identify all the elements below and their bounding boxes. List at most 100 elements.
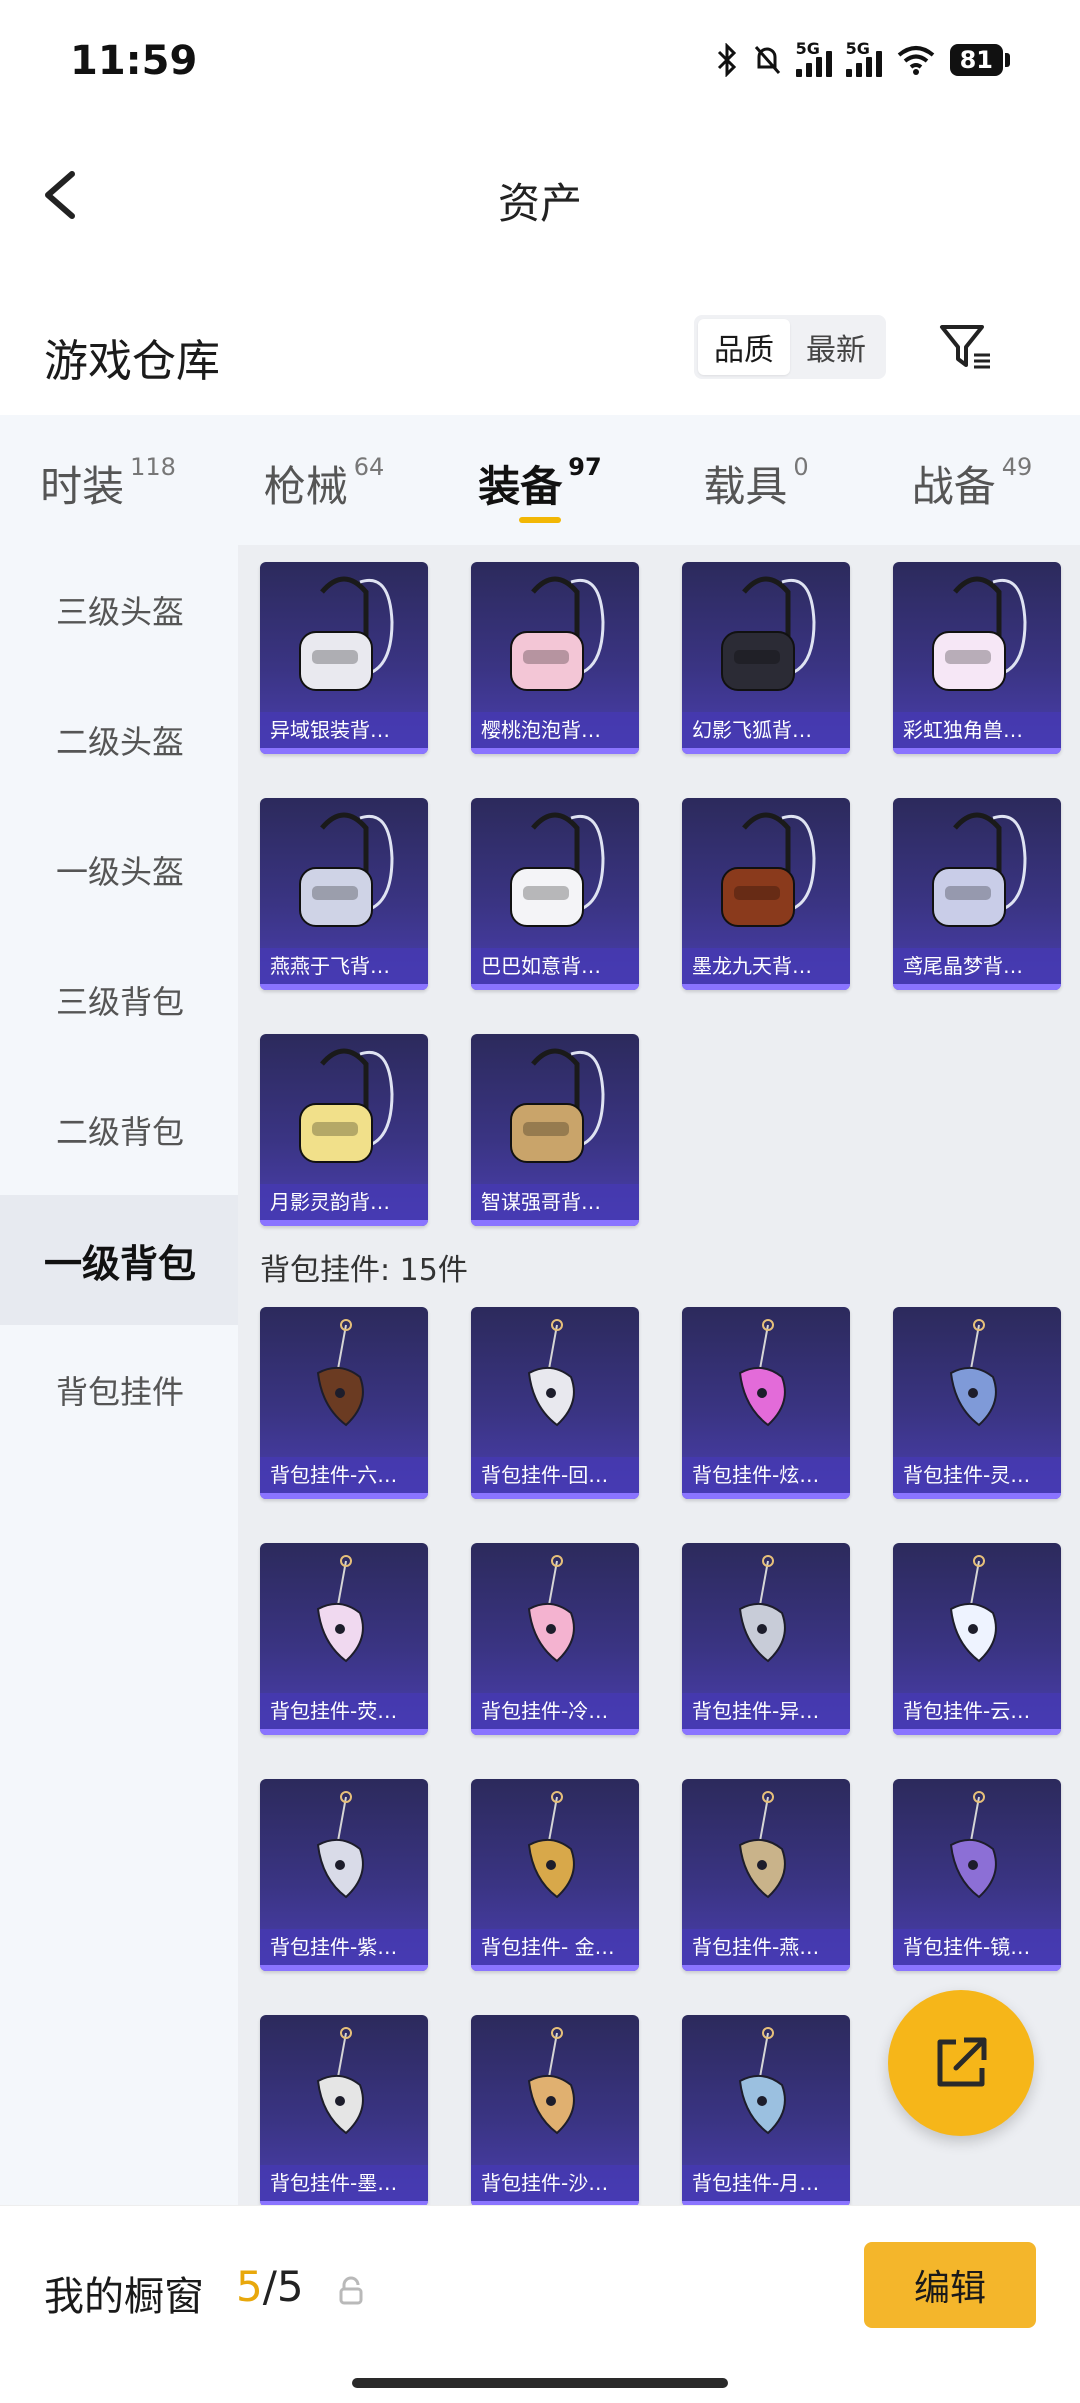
- item-name: 背包挂件-回…: [471, 1457, 639, 1493]
- backpack-card[interactable]: 巴巴如意背…: [471, 798, 639, 990]
- status-time: 11:59: [70, 38, 198, 84]
- sidebar-item-backpack-lv3[interactable]: 三级背包: [0, 935, 238, 1065]
- rarity-strip: [260, 984, 428, 990]
- rarity-strip: [682, 748, 850, 754]
- rarity-strip: [682, 1729, 850, 1735]
- backpack-card[interactable]: 幻影飞狐背…: [682, 562, 850, 754]
- rarity-strip: [893, 748, 1061, 754]
- sort-quality-button[interactable]: 品质: [698, 319, 790, 375]
- charm-card[interactable]: 背包挂件- 金…: [471, 1779, 639, 1971]
- backpack-card[interactable]: 鸢尾晶梦背…: [893, 798, 1061, 990]
- rarity-strip: [471, 1220, 639, 1226]
- status-bar: 11:59 5G 5G 81: [0, 0, 1080, 130]
- item-name: 月影灵韵背…: [260, 1184, 428, 1220]
- rarity-strip: [260, 1493, 428, 1499]
- bear-backpack-icon: [510, 1048, 605, 1163]
- charm-card[interactable]: 背包挂件-云…: [893, 1543, 1061, 1735]
- rarity-strip: [893, 984, 1061, 990]
- app-header: 资产: [0, 130, 1080, 260]
- item-name: 樱桃泡泡背…: [471, 712, 639, 748]
- bottom-bar: 我的橱窗 5/5 编辑: [0, 2205, 1080, 2403]
- cat-bottle-charm-icon: [949, 1319, 997, 1427]
- tab-guns[interactable]: 枪械 64: [216, 415, 432, 545]
- sidebar-item-helmet-lv3[interactable]: 三级头盔: [0, 545, 238, 675]
- item-name: 背包挂件-紫…: [260, 1929, 428, 1965]
- rarity-strip: [682, 1965, 850, 1971]
- backpack-card[interactable]: 彩虹独角兽…: [893, 562, 1061, 754]
- item-name: 异域银装背…: [260, 712, 428, 748]
- item-name: 背包挂件-燕…: [682, 1929, 850, 1965]
- charm-card[interactable]: 背包挂件-沙…: [471, 2015, 639, 2205]
- warehouse-row: 游戏仓库 品质 最新: [0, 295, 1080, 415]
- backpack-card[interactable]: 燕燕于飞背…: [260, 798, 428, 990]
- rarity-strip: [471, 984, 639, 990]
- wing-badge-charm-icon: [738, 1555, 786, 1663]
- backpack-card[interactable]: 墨龙九天背…: [682, 798, 850, 990]
- bird-charm-icon: [316, 1319, 364, 1427]
- sidebar-item-backpack-lv1[interactable]: 一级背包: [0, 1195, 238, 1325]
- rarity-strip: [260, 1729, 428, 1735]
- sidebar: 三级头盔 二级头盔 一级头盔 三级背包 二级背包 一级背包 背包挂件: [0, 545, 238, 2205]
- bunny-backpack-icon: [510, 812, 605, 927]
- item-name: 鸢尾晶梦背…: [893, 948, 1061, 984]
- candy-charm-icon: [738, 1319, 786, 1427]
- charm-card[interactable]: 背包挂件-灵…: [893, 1307, 1061, 1499]
- charm-card[interactable]: 背包挂件-镜…: [893, 1779, 1061, 1971]
- charm-card[interactable]: 背包挂件-回…: [471, 1307, 639, 1499]
- page-title: 资产: [497, 179, 582, 228]
- charm-card[interactable]: 背包挂件-炫…: [682, 1307, 850, 1499]
- item-name: 背包挂件-荧…: [260, 1693, 428, 1729]
- moon-backpack-icon: [299, 1048, 394, 1163]
- charm-card[interactable]: 背包挂件-六…: [260, 1307, 428, 1499]
- charm-card[interactable]: 背包挂件-燕…: [682, 1779, 850, 1971]
- charm-card[interactable]: 背包挂件-月…: [682, 2015, 850, 2205]
- swallow-backpack-icon: [299, 812, 394, 927]
- tab-gear[interactable]: 战备 49: [864, 415, 1080, 545]
- showcase-count: 5/5: [236, 2262, 304, 2311]
- charms-section-label: 背包挂件: 15件: [260, 1253, 468, 1288]
- sort-newest-button[interactable]: 最新: [790, 319, 882, 375]
- backpack-card[interactable]: 异域银装背…: [260, 562, 428, 754]
- crystal-backpack-icon: [932, 812, 1027, 927]
- tab-equipment[interactable]: 装备 97: [432, 415, 648, 545]
- item-name: 背包挂件-镜…: [893, 1929, 1061, 1965]
- signal-icon-2: 5G: [845, 39, 882, 77]
- share-fab-button[interactable]: [888, 1990, 1034, 2136]
- edit-button[interactable]: 编辑: [864, 2242, 1036, 2328]
- sidebar-item-backpack-charms[interactable]: 背包挂件: [0, 1325, 238, 1455]
- item-name: 背包挂件-炫…: [682, 1457, 850, 1493]
- item-name: 背包挂件-异…: [682, 1693, 850, 1729]
- item-name: 燕燕于飞背…: [260, 948, 428, 984]
- category-tabs: 时装 118 枪械 64 装备 97 载具 0 战备 49: [0, 415, 1080, 545]
- filter-button[interactable]: [936, 317, 996, 377]
- active-tab-indicator: [519, 517, 561, 523]
- charm-card[interactable]: 背包挂件-墨…: [260, 2015, 428, 2205]
- charm-card[interactable]: 背包挂件-冷…: [471, 1543, 639, 1735]
- item-name: 背包挂件-云…: [893, 1693, 1061, 1729]
- sidebar-item-helmet-lv1[interactable]: 一级头盔: [0, 805, 238, 935]
- status-icons: 5G 5G 81: [716, 39, 1010, 80]
- backpack-card[interactable]: 智谋强哥背…: [471, 1034, 639, 1226]
- tab-fashion[interactable]: 时装 118: [0, 415, 216, 545]
- sidebar-item-backpack-lv2[interactable]: 二级背包: [0, 1065, 238, 1195]
- charm-card[interactable]: 背包挂件-荧…: [260, 1543, 428, 1735]
- drink-cup-charm-icon: [316, 1555, 364, 1663]
- bell-charm-icon: [316, 1791, 364, 1899]
- charm-card[interactable]: 背包挂件-紫…: [260, 1779, 428, 1971]
- rarity-strip: [471, 748, 639, 754]
- item-name: 背包挂件-月…: [682, 2165, 850, 2201]
- mirror-charm-icon: [949, 1791, 997, 1899]
- showcase-label: 我的橱窗: [44, 2274, 204, 2320]
- sidebar-item-helmet-lv2[interactable]: 二级头盔: [0, 675, 238, 805]
- warehouse-title: 游戏仓库: [44, 336, 220, 387]
- external-link-icon: [937, 2037, 987, 2087]
- backpack-card[interactable]: 樱桃泡泡背…: [471, 562, 639, 754]
- backpack-card[interactable]: 月影灵韵背…: [260, 1034, 428, 1226]
- charm-card[interactable]: 背包挂件-异…: [682, 1543, 850, 1735]
- unicorn-backpack-icon: [932, 576, 1027, 691]
- swallow-charm-icon: [738, 1791, 786, 1899]
- rarity-strip: [260, 1220, 428, 1226]
- rarity-strip: [471, 1493, 639, 1499]
- battery-icon: 81: [949, 44, 1010, 76]
- tab-vehicles[interactable]: 载具 0: [648, 415, 864, 545]
